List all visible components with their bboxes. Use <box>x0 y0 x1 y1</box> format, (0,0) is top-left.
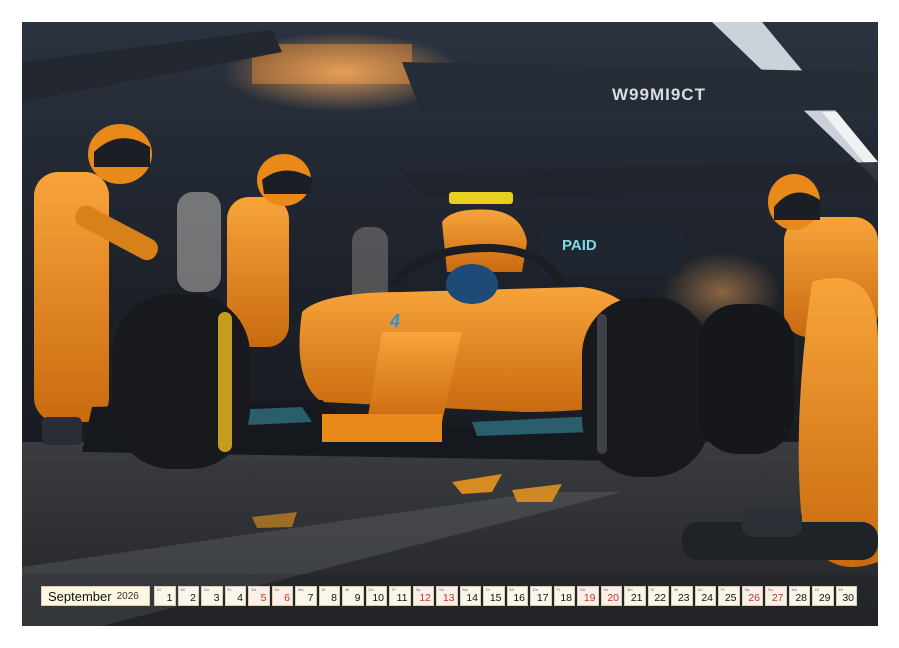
day-cell: Mi 23 <box>671 586 693 606</box>
day-number: 3 <box>213 592 220 604</box>
day-number: 17 <box>536 592 549 604</box>
tire-front-right <box>582 297 710 477</box>
day-number: 26 <box>748 592 760 604</box>
day-cell: So 13 <box>436 586 458 606</box>
day-number: 24 <box>701 592 713 604</box>
day-cell: Do 3 <box>201 586 223 606</box>
day-number: 21 <box>630 592 643 604</box>
day-cell: Fr 18 <box>553 586 575 606</box>
day-cell: Do 10 <box>365 586 387 606</box>
day-weekday: Fr <box>392 587 396 592</box>
background-crew <box>177 192 221 292</box>
tire-rear-right <box>698 304 794 454</box>
day-number: 7 <box>307 592 314 604</box>
day-number: 27 <box>771 592 784 604</box>
day-cell: Do 24 <box>694 586 716 606</box>
day-cell: Mi 16 <box>506 586 528 606</box>
day-cell: Mo 14 <box>459 586 481 606</box>
day-weekday: Di <box>321 587 326 592</box>
day-cell: Fr 4 <box>224 586 246 606</box>
day-cell: Mo 21 <box>624 586 646 606</box>
day-cell: Sa 26 <box>741 586 763 606</box>
month-year: 2026 <box>116 590 139 602</box>
day-number: 11 <box>396 592 408 604</box>
day-number: 19 <box>583 592 596 604</box>
day-weekday: Mo <box>298 587 304 592</box>
day-number: 13 <box>442 592 455 604</box>
day-cell: Mi 9 <box>342 586 364 606</box>
day-number: 23 <box>677 592 690 604</box>
day-cell: Fr 11 <box>389 586 411 606</box>
day-cells: Di 1 Mi 2 Do 3 Fr 4 Sa 5 So 6 Mo 7 Di 8 Mi 9 Do 10 Fr 11 Sa 12 S… <box>154 585 857 607</box>
day-number: 20 <box>607 592 619 604</box>
day-cell: Sa 12 <box>412 586 434 606</box>
day-number: 10 <box>372 592 384 604</box>
day-cell: Di 29 <box>812 586 834 606</box>
day-cell: Sa 5 <box>248 586 270 606</box>
rear-wing-text: PAID <box>562 237 597 254</box>
day-number: 2 <box>190 592 196 604</box>
day-number: 8 <box>331 592 337 604</box>
day-cell: Di 15 <box>483 586 505 606</box>
day-number: 28 <box>795 592 807 604</box>
day-number: 16 <box>513 592 525 604</box>
day-cell: Fr 25 <box>718 586 740 606</box>
day-cell: Mo 28 <box>788 586 810 606</box>
day-cell: Sa 19 <box>577 586 599 606</box>
day-number: 18 <box>560 592 572 604</box>
day-cell: So 6 <box>271 586 293 606</box>
month-label: September 2026 <box>41 586 150 606</box>
day-number: 15 <box>489 592 502 604</box>
calendar-photo: W99MI9CT PAID 4 <box>22 22 878 626</box>
day-number: 9 <box>354 592 361 604</box>
day-number: 25 <box>724 592 737 604</box>
day-cell: Do 17 <box>530 586 552 606</box>
day-cell: Di 8 <box>318 586 340 606</box>
day-cell: Di 22 <box>647 586 669 606</box>
day-number: 22 <box>654 592 666 604</box>
day-number: 14 <box>466 592 478 604</box>
day-weekday: Do <box>204 587 210 592</box>
day-weekday: Fr <box>227 587 232 592</box>
day-weekday: Di <box>157 587 161 592</box>
day-cell: So 27 <box>765 586 787 606</box>
day-number: 1 <box>166 592 173 604</box>
day-number: 4 <box>237 592 243 604</box>
day-weekday: Mi <box>180 587 185 592</box>
day-number: 5 <box>260 592 267 604</box>
day-cell: Mi 2 <box>177 586 199 606</box>
day-number: 30 <box>842 592 854 604</box>
day-number: 12 <box>419 592 431 604</box>
car-number: 4 <box>389 311 400 331</box>
driver-helmet <box>446 264 498 304</box>
overhead-sign-text: W99MI9CT <box>612 85 706 104</box>
day-number: 29 <box>818 592 831 604</box>
month-name: September <box>48 588 112 604</box>
calendar-strip: September 2026 Di 1 Mi 2 Do 3 Fr 4 Sa 5 So 6 Mo 7 Di 8 M… <box>41 585 857 607</box>
day-cell: Mo 7 <box>295 586 317 606</box>
tire-front-left <box>112 294 250 469</box>
day-cell: Mi 30 <box>835 586 857 606</box>
day-weekday: Mi <box>345 587 350 592</box>
day-cell: Di 1 <box>154 586 176 606</box>
day-weekday: So <box>274 587 280 592</box>
day-weekday: Sa <box>251 587 256 592</box>
day-cell: So 20 <box>600 586 622 606</box>
day-number: 6 <box>284 592 290 604</box>
